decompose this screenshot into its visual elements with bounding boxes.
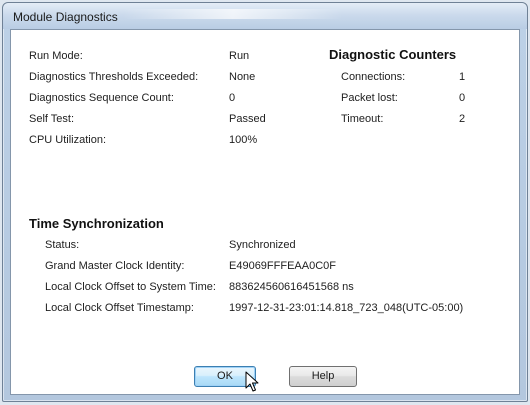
- packet-lost-value: 0: [459, 92, 466, 104]
- self-test-value: Passed: [229, 113, 266, 125]
- window-title: Module Diagnostics: [13, 10, 118, 24]
- packet-lost-label: Packet lost:: [341, 92, 398, 104]
- sync-status-value: Synchronized: [229, 239, 296, 251]
- connections-label: Connections:: [341, 71, 406, 83]
- mouse-pointer-icon: [245, 371, 259, 392]
- module-diagnostics-dialog: Module Diagnostics Run Mode: Run Diagnos…: [2, 2, 528, 402]
- time-synchronization-heading: Time Synchronization: [29, 216, 164, 231]
- cpu-utilization-label: CPU Utilization:: [29, 134, 107, 146]
- dialog-content: Run Mode: Run Diagnostics Thresholds Exc…: [10, 29, 520, 395]
- offset-timestamp-label: Local Clock Offset Timestamp:: [45, 302, 194, 314]
- sequence-count-label: Diagnostics Sequence Count:: [29, 92, 174, 104]
- connections-value: 1: [459, 71, 466, 83]
- thresholds-exceeded-value: None: [229, 71, 256, 83]
- cpu-utilization-value: 100%: [229, 134, 258, 146]
- timeout-label: Timeout:: [341, 113, 384, 125]
- sync-status-label: Status:: [45, 239, 80, 251]
- offset-timestamp-value: 1997-12-31-23:01:14.818_723_048(UTC-05:0…: [229, 302, 464, 314]
- grand-master-clock-value: E49069FFFEAA0C0F: [229, 260, 336, 272]
- run-mode-label: Run Mode:: [29, 50, 83, 62]
- sequence-count-value: 0: [229, 92, 236, 104]
- title-bar-glint: [123, 9, 343, 19]
- run-mode-value: Run: [229, 50, 250, 62]
- diagnostic-counters-heading: Diagnostic Counters: [329, 47, 457, 62]
- self-test-label: Self Test:: [29, 113, 75, 125]
- timeout-value: 2: [459, 113, 466, 125]
- title-bar[interactable]: Module Diagnostics: [3, 3, 527, 29]
- help-button[interactable]: Help: [289, 366, 357, 387]
- clock-offset-label: Local Clock Offset to System Time:: [45, 281, 216, 293]
- thresholds-exceeded-label: Diagnostics Thresholds Exceeded:: [29, 71, 199, 83]
- clock-offset-value: 883624560616451568 ns: [229, 281, 354, 293]
- grand-master-clock-label: Grand Master Clock Identity:: [45, 260, 185, 272]
